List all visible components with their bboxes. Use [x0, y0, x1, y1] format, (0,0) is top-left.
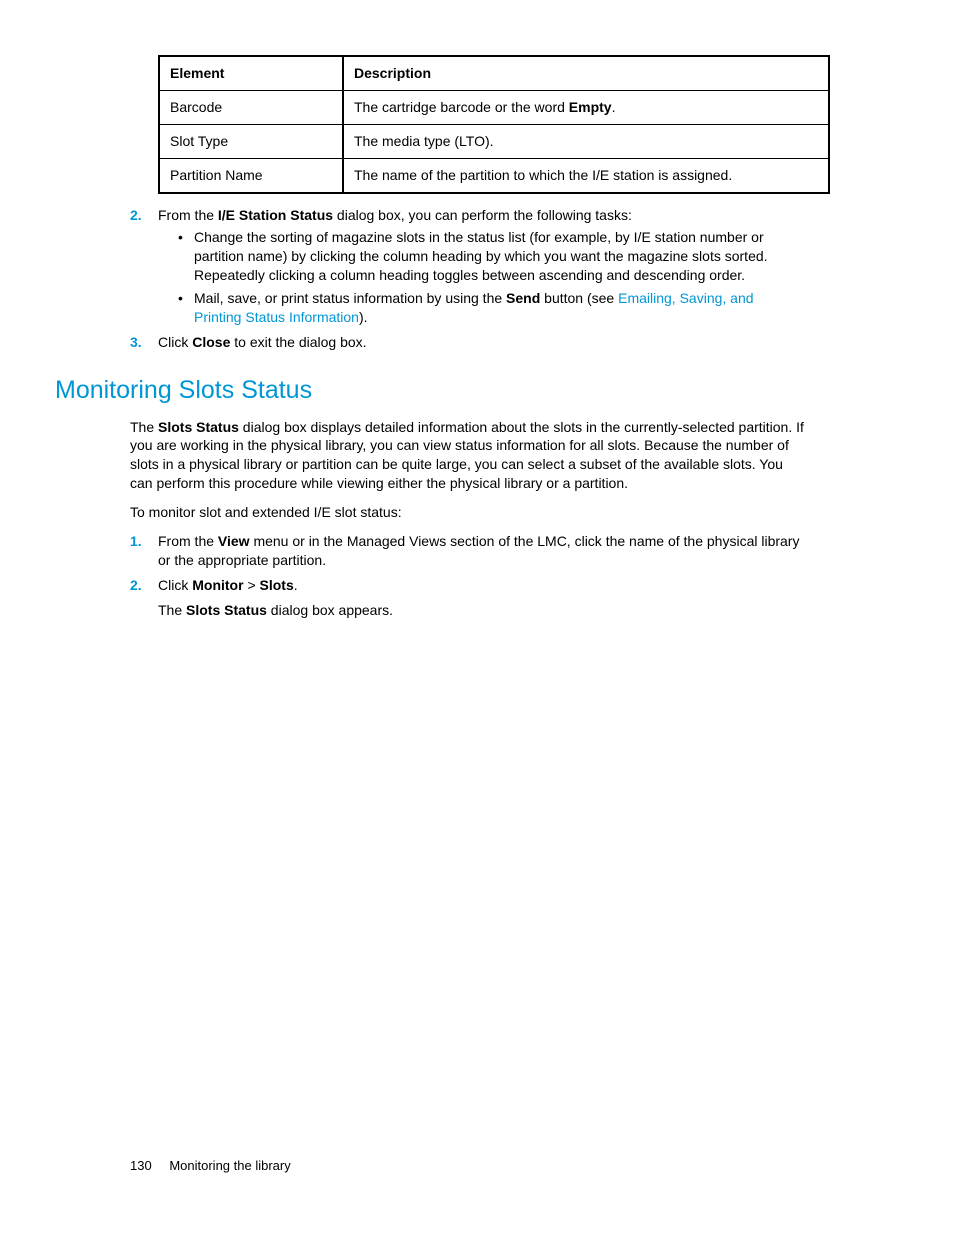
page-footer: 130 Monitoring the library	[130, 1157, 291, 1175]
step-number: 3.	[130, 333, 142, 352]
th-element: Element	[159, 56, 343, 90]
step-number: 2.	[130, 576, 142, 595]
paragraph: To monitor slot and extended I/E slot st…	[130, 503, 804, 522]
bullet-item: Mail, save, or print status information …	[176, 289, 804, 327]
step-number: 2.	[130, 206, 142, 225]
page-number: 130	[130, 1158, 152, 1173]
table-row: Slot Type The media type (LTO).	[159, 124, 829, 158]
bullet-item: Change the sorting of magazine slots in …	[176, 228, 804, 285]
cell-description: The media type (LTO).	[343, 124, 829, 158]
step-number: 1.	[130, 532, 142, 551]
cell-description: The name of the partition to which the I…	[343, 158, 829, 192]
table-row: Barcode The cartridge barcode or the wor…	[159, 90, 829, 124]
paragraph: The Slots Status dialog box displays det…	[130, 418, 804, 494]
step-1b: 1. From the View menu or in the Managed …	[130, 532, 804, 570]
cell-element: Slot Type	[159, 124, 343, 158]
step-3: 3. Click Close to exit the dialog box.	[130, 333, 804, 352]
step-2b: 2. Click Monitor > Slots. The Slots Stat…	[130, 576, 804, 620]
chapter-title: Monitoring the library	[169, 1158, 290, 1173]
cell-description: The cartridge barcode or the word Empty.	[343, 90, 829, 124]
th-description: Description	[343, 56, 829, 90]
section-heading: Monitoring Slots Status	[55, 374, 804, 408]
table-row: Partition Name The name of the partition…	[159, 158, 829, 192]
step-2: 2. From the I/E Station Status dialog bo…	[130, 206, 804, 327]
definitions-table: Element Description Barcode The cartridg…	[158, 55, 830, 194]
cell-element: Barcode	[159, 90, 343, 124]
cell-element: Partition Name	[159, 158, 343, 192]
